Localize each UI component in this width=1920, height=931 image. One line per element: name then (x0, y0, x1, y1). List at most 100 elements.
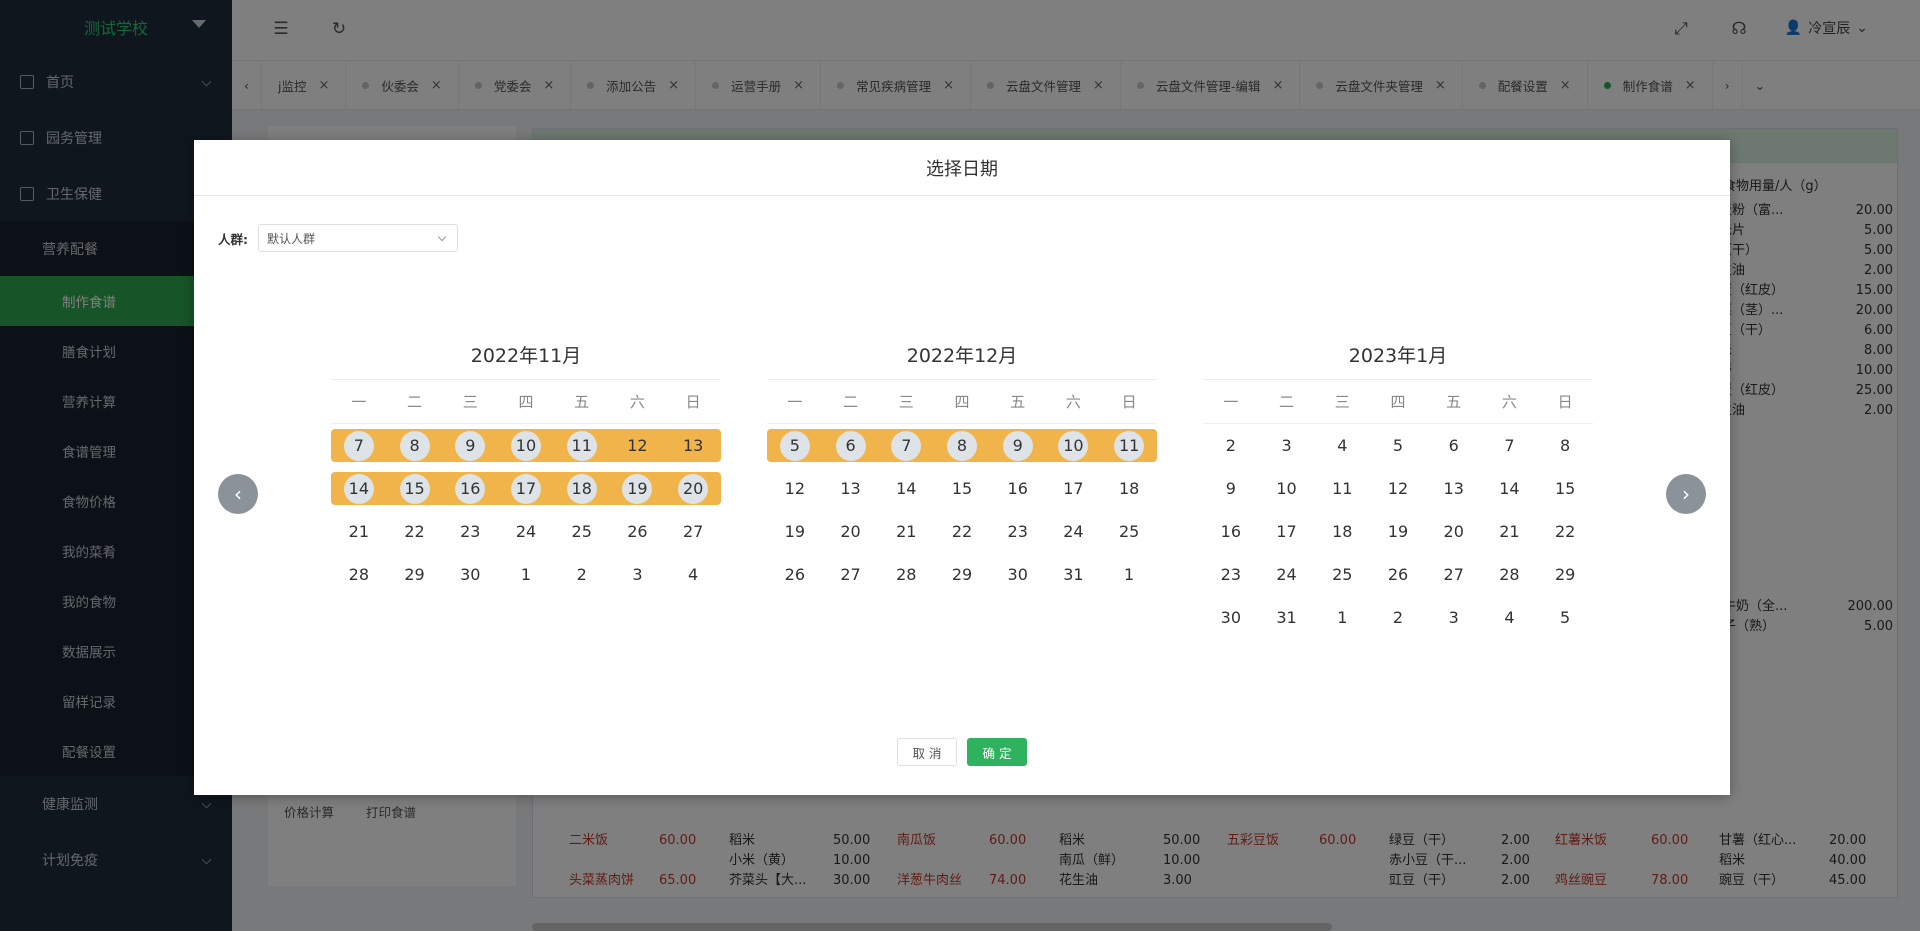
calendar-day[interactable]: 30 (442, 553, 498, 596)
calendar-day[interactable]: 28 (878, 553, 934, 596)
calendar-week-row[interactable]: 12 13 14 15 16 17 18 (767, 467, 1157, 510)
calendar-day[interactable]: 6 (823, 424, 879, 467)
calendar-day[interactable]: 23 (442, 510, 498, 553)
calendar-week-row[interactable]: 21 22 23 24 25 26 27 (331, 510, 721, 553)
calendar-day[interactable]: 19 (610, 467, 666, 510)
calendar-day[interactable]: 15 (387, 467, 443, 510)
calendar-day[interactable]: 9 (442, 424, 498, 467)
calendar-day[interactable]: 14 (1482, 467, 1538, 510)
calendar-day[interactable]: 13 (823, 467, 879, 510)
calendar-day[interactable]: 17 (498, 467, 554, 510)
calendar-day[interactable]: 21 (331, 510, 387, 553)
calendar-week-row[interactable]: 2 3 4 5 6 7 8 (1203, 424, 1593, 467)
cancel-button[interactable]: 取 消 (897, 738, 957, 766)
calendar-week-row[interactable]: 30 31 1 2 3 4 5 (1203, 596, 1593, 639)
calendar-day[interactable]: 21 (878, 510, 934, 553)
calendar-day[interactable]: 10 (498, 424, 554, 467)
calendar-day[interactable]: 17 (1046, 467, 1102, 510)
calendar-day[interactable]: 11 (554, 424, 610, 467)
calendar-day[interactable]: 18 (554, 467, 610, 510)
calendar-day[interactable]: 14 (331, 467, 387, 510)
calendar-day[interactable]: 1 (498, 553, 554, 596)
calendar-day[interactable]: 27 (823, 553, 879, 596)
calendar-week-row[interactable]: 28 29 30 1 2 3 4 (331, 553, 721, 596)
calendar-day[interactable]: 12 (1370, 467, 1426, 510)
calendar-day[interactable]: 12 (610, 424, 666, 467)
calendar-day[interactable]: 30 (990, 553, 1046, 596)
calendar-week-row[interactable]: 9 10 11 12 13 14 15 (1203, 467, 1593, 510)
calendar-day[interactable]: 25 (1101, 510, 1157, 553)
calendar-day[interactable]: 28 (331, 553, 387, 596)
calendar-day[interactable]: 24 (498, 510, 554, 553)
calendar-day[interactable]: 19 (767, 510, 823, 553)
calendar-day[interactable]: 24 (1046, 510, 1102, 553)
calendar-day[interactable]: 4 (1314, 424, 1370, 467)
calendar-day[interactable]: 29 (934, 553, 990, 596)
calendar-day[interactable]: 18 (1101, 467, 1157, 510)
confirm-button[interactable]: 确 定 (967, 738, 1027, 766)
next-month-button[interactable]: › (1666, 474, 1706, 514)
calendar-day[interactable]: 20 (823, 510, 879, 553)
calendar-day[interactable]: 3 (610, 553, 666, 596)
calendar-day[interactable]: 2 (554, 553, 610, 596)
calendar-day[interactable]: 6 (1426, 424, 1482, 467)
calendar-week-row[interactable]: 14 15 16 17 18 19 20 (331, 467, 721, 510)
calendar-day[interactable]: 31 (1046, 553, 1102, 596)
calendar-day[interactable]: 27 (665, 510, 721, 553)
calendar-day[interactable]: 10 (1259, 467, 1315, 510)
calendar-day[interactable]: 26 (610, 510, 666, 553)
calendar-week-row[interactable]: 5 6 7 8 9 10 11 (767, 424, 1157, 467)
calendar-day[interactable]: 30 (1203, 596, 1259, 639)
group-select[interactable]: 默认人群 (258, 224, 458, 252)
calendar-day[interactable]: 2 (1370, 596, 1426, 639)
calendar-day[interactable]: 29 (387, 553, 443, 596)
calendar-day[interactable]: 7 (331, 424, 387, 467)
calendar-day[interactable]: 20 (1426, 510, 1482, 553)
calendar-day[interactable]: 9 (1203, 467, 1259, 510)
calendar-day[interactable]: 5 (1537, 596, 1593, 639)
calendar-day[interactable]: 1 (1314, 596, 1370, 639)
calendar-day[interactable]: 19 (1370, 510, 1426, 553)
calendar-day[interactable]: 5 (767, 424, 823, 467)
calendar-day[interactable]: 4 (665, 553, 721, 596)
calendar-day[interactable]: 22 (934, 510, 990, 553)
calendar-day[interactable]: 13 (665, 424, 721, 467)
prev-month-button[interactable]: ‹ (218, 474, 258, 514)
calendar-day[interactable]: 22 (387, 510, 443, 553)
calendar-day[interactable]: 26 (1370, 553, 1426, 596)
calendar-day[interactable]: 16 (990, 467, 1046, 510)
calendar-week-row[interactable]: 26 27 28 29 30 31 1 (767, 553, 1157, 596)
calendar-day[interactable]: 31 (1259, 596, 1315, 639)
calendar-day[interactable]: 3 (1259, 424, 1315, 467)
calendar-day[interactable]: 28 (1482, 553, 1538, 596)
calendar-day[interactable]: 14 (878, 467, 934, 510)
calendar-day[interactable]: 15 (934, 467, 990, 510)
calendar-week-row[interactable]: 19 20 21 22 23 24 25 (767, 510, 1157, 553)
calendar-day[interactable]: 23 (1203, 553, 1259, 596)
calendar-day[interactable]: 29 (1537, 553, 1593, 596)
calendar-day[interactable]: 5 (1370, 424, 1426, 467)
calendar-day[interactable]: 23 (990, 510, 1046, 553)
calendar-day[interactable]: 25 (554, 510, 610, 553)
calendar-day[interactable]: 16 (1203, 510, 1259, 553)
calendar-day[interactable]: 12 (767, 467, 823, 510)
calendar-day[interactable]: 8 (1537, 424, 1593, 467)
calendar-day[interactable]: 20 (665, 467, 721, 510)
calendar-day[interactable]: 4 (1482, 596, 1538, 639)
calendar-day[interactable]: 8 (387, 424, 443, 467)
calendar-day[interactable]: 9 (990, 424, 1046, 467)
calendar-day[interactable]: 2 (1203, 424, 1259, 467)
calendar-day[interactable]: 16 (442, 467, 498, 510)
calendar-day[interactable]: 17 (1259, 510, 1315, 553)
calendar-day[interactable]: 1 (1101, 553, 1157, 596)
calendar-day[interactable]: 13 (1426, 467, 1482, 510)
calendar-day[interactable]: 10 (1046, 424, 1102, 467)
calendar-day[interactable]: 11 (1314, 467, 1370, 510)
calendar-day[interactable]: 27 (1426, 553, 1482, 596)
calendar-day[interactable]: 18 (1314, 510, 1370, 553)
calendar-day[interactable]: 24 (1259, 553, 1315, 596)
calendar-day[interactable]: 25 (1314, 553, 1370, 596)
calendar-day[interactable]: 3 (1426, 596, 1482, 639)
calendar-week-row[interactable]: 23 24 25 26 27 28 29 (1203, 553, 1593, 596)
calendar-day[interactable]: 11 (1101, 424, 1157, 467)
